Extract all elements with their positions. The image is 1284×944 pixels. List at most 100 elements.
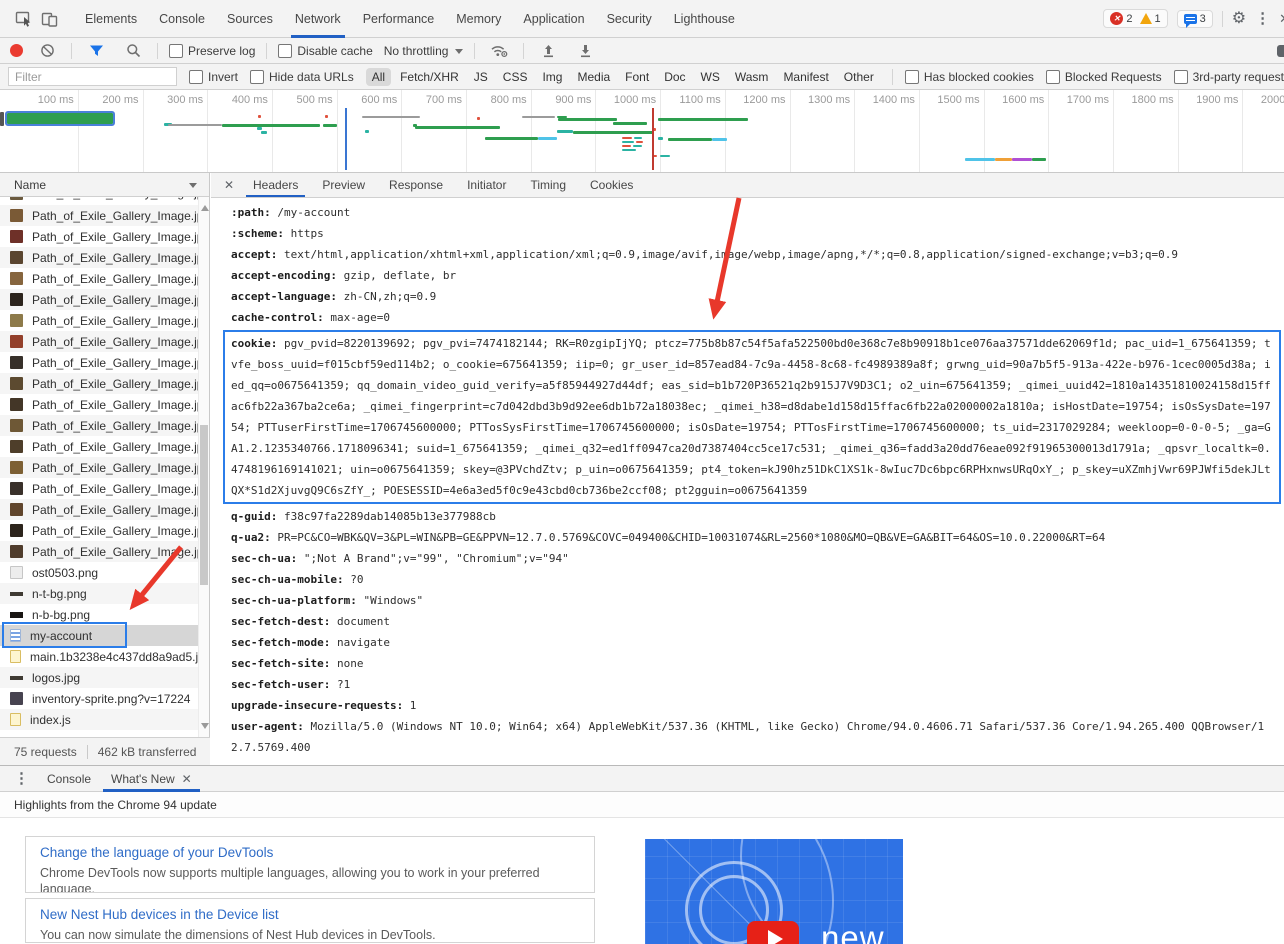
type-filter-js[interactable]: JS	[468, 68, 494, 86]
detail-tab-preview[interactable]: Preview	[310, 173, 377, 197]
tab-network[interactable]: Network	[284, 0, 352, 38]
throttling-select[interactable]: No throttling	[384, 44, 464, 58]
request-row-n-b-bg-png[interactable]: n-b-bg.png	[0, 604, 199, 625]
detail-tab-initiator[interactable]: Initiator	[455, 173, 518, 197]
request-list-scrollbar[interactable]	[198, 197, 209, 737]
type-filter-wasm[interactable]: Wasm	[729, 68, 775, 86]
request-row-path-of-exile-gallery-image-jpg[interactable]: Path_of_Exile_Gallery_Image.jpg	[0, 197, 199, 205]
disable-cache-checkbox[interactable]	[278, 43, 293, 58]
blocked-requests-checkbox[interactable]	[1045, 69, 1060, 84]
close-devtools-icon[interactable]: ✕	[1279, 11, 1284, 27]
card-title-link[interactable]: Change the language of your DevTools	[40, 845, 580, 860]
request-row-path-of-exile-gallery-image-jpg[interactable]: Path_of_Exile_Gallery_Image.jpg	[0, 541, 199, 562]
request-row-path-of-exile-gallery-image-jpg[interactable]: Path_of_Exile_Gallery_Image.jpg	[0, 394, 199, 415]
request-row-path-of-exile-gallery-image-jpg[interactable]: Path_of_Exile_Gallery_Image.jpg	[0, 352, 199, 373]
header-sec-fetch-mode: sec-fetch-mode: navigate	[231, 632, 1274, 653]
console-message-badges[interactable]: ✕ 2 1	[1103, 9, 1168, 28]
whats-new-video-thumbnail[interactable]: new	[645, 839, 903, 944]
request-row-path-of-exile-gallery-image-jpg[interactable]: Path_of_Exile_Gallery_Image.jpg	[0, 289, 199, 310]
youtube-play-icon[interactable]	[747, 921, 799, 944]
request-row-path-of-exile-gallery-image-jpg[interactable]: Path_of_Exile_Gallery_Image.jpg	[0, 268, 199, 289]
request-row-path-of-exile-gallery-image-jpg[interactable]: Path_of_Exile_Gallery_Image.jpg	[0, 373, 199, 394]
type-filter-img[interactable]: Img	[536, 68, 568, 86]
card-title-link[interactable]: New Nest Hub devices in the Device list	[40, 907, 580, 922]
network-overview-timeline[interactable]: 100 ms 200 ms 300 ms 400 ms 500 ms 600 ms 700 …	[0, 90, 1284, 173]
image-thumbnail-icon	[10, 197, 23, 200]
warning-count-badge[interactable]: 1	[1139, 13, 1161, 25]
request-row-ost0503-png[interactable]: ost0503.png	[0, 562, 199, 583]
search-icon[interactable]	[120, 40, 146, 62]
request-row-path-of-exile-gallery-image-jpg[interactable]: Path_of_Exile_Gallery_Image.jpg	[0, 436, 199, 457]
export-har-icon[interactable]	[572, 40, 598, 62]
type-filter-doc[interactable]: Doc	[658, 68, 691, 86]
issues-badge[interactable]: 3	[1176, 9, 1213, 28]
tab-security[interactable]: Security	[596, 0, 663, 38]
request-row-n-t-bg-png[interactable]: n-t-bg.png	[0, 583, 199, 604]
drawer-menu-icon[interactable]: ⋮	[14, 771, 29, 786]
header-value: 1	[403, 699, 417, 712]
detail-tab-timing[interactable]: Timing	[518, 173, 578, 197]
detail-tab-response[interactable]: Response	[377, 173, 455, 197]
type-filter-css[interactable]: CSS	[497, 68, 534, 86]
third-party-requests-checkbox[interactable]	[1173, 69, 1188, 84]
type-filter-manifest[interactable]: Manifest	[777, 68, 834, 86]
preserve-log-checkbox[interactable]	[169, 43, 183, 58]
request-row-index-js[interactable]: index.js	[0, 709, 199, 730]
request-row-my-account[interactable]: my-account	[0, 625, 199, 646]
inspect-element-icon[interactable]	[10, 8, 36, 30]
detail-tab-headers[interactable]: Headers	[241, 173, 310, 197]
tab-performance[interactable]: Performance	[352, 0, 446, 38]
request-row-path-of-exile-gallery-image-jpg[interactable]: Path_of_Exile_Gallery_Image.jpg	[0, 457, 199, 478]
header-name: q-ua2:	[231, 531, 271, 544]
request-row-inventory-sprite-png-v-17224[interactable]: inventory-sprite.png?v=17224	[0, 688, 199, 709]
tab-elements[interactable]: Elements	[74, 0, 148, 38]
request-row-path-of-exile-gallery-image-jpg[interactable]: Path_of_Exile_Gallery_Image.jpg	[0, 520, 199, 541]
has-blocked-cookies-checkbox[interactable]	[904, 69, 919, 84]
filter-funnel-icon[interactable]	[83, 40, 109, 62]
scroll-up-icon[interactable]	[201, 201, 209, 211]
hide-data-urls-checkbox[interactable]	[250, 69, 265, 84]
request-row-path-of-exile-gallery-image-jpg[interactable]: Path_of_Exile_Gallery_Image.jpg	[0, 205, 199, 226]
invert-checkbox[interactable]	[189, 69, 203, 84]
type-filter-font[interactable]: Font	[619, 68, 655, 86]
request-row-logos-jpg[interactable]: logos.jpg	[0, 667, 199, 688]
request-row-path-of-exile-gallery-image-jpg[interactable]: Path_of_Exile_Gallery_Image.jpg	[0, 247, 199, 268]
drawer-tab-console[interactable]: Console	[37, 766, 101, 792]
type-filter-fetch-xhr[interactable]: Fetch/XHR	[394, 68, 465, 86]
header-value: none	[330, 657, 364, 670]
tab-application[interactable]: Application	[512, 0, 595, 38]
request-row-path-of-exile-gallery-image-jpg[interactable]: Path_of_Exile_Gallery_Image.jpg	[0, 226, 199, 247]
request-row-path-of-exile-gallery-image-jpg[interactable]: Path_of_Exile_Gallery_Image.jpg	[0, 310, 199, 331]
name-column-header[interactable]: Name	[0, 173, 209, 197]
detail-tab-cookies[interactable]: Cookies	[578, 173, 645, 197]
record-network-log-button[interactable]	[10, 44, 23, 57]
import-har-icon[interactable]	[535, 40, 561, 62]
tab-lighthouse[interactable]: Lighthouse	[663, 0, 746, 38]
request-row-path-of-exile-gallery-image-jpg[interactable]: Path_of_Exile_Gallery_Image.jpg	[0, 478, 199, 499]
header-value: ";Not A Brand";v="99", "Chromium";v="94"	[297, 552, 569, 565]
type-filter-media[interactable]: Media	[571, 68, 616, 86]
device-toolbar-icon[interactable]	[36, 8, 62, 30]
network-conditions-icon[interactable]	[486, 40, 512, 62]
filter-input[interactable]	[8, 67, 177, 86]
close-details-icon[interactable]: ✕	[217, 178, 241, 192]
request-row-path-of-exile-gallery-image-jpg[interactable]: Path_of_Exile_Gallery_Image.jpg	[0, 331, 199, 352]
clear-network-log-icon[interactable]	[34, 40, 60, 62]
scrollbar-thumb[interactable]	[200, 425, 208, 585]
settings-gear-icon[interactable]: ⚙	[1232, 10, 1246, 27]
tab-sources[interactable]: Sources	[216, 0, 284, 38]
type-filter-ws[interactable]: WS	[695, 68, 726, 86]
error-count-badge[interactable]: ✕ 2	[1110, 12, 1133, 25]
type-filter-all[interactable]: All	[365, 67, 392, 86]
type-filter-other[interactable]: Other	[838, 68, 880, 86]
more-options-icon[interactable]: ⋮	[1255, 11, 1270, 26]
request-row-path-of-exile-gallery-image-jpg[interactable]: Path_of_Exile_Gallery_Image.jpg	[0, 499, 199, 520]
close-tab-icon[interactable]: ✕	[182, 772, 192, 786]
whats-new-card: Change the language of your DevTools Chro…	[25, 836, 595, 893]
tab-memory[interactable]: Memory	[445, 0, 512, 38]
drawer-tab-what-s-new[interactable]: What's New ✕	[101, 766, 202, 792]
tab-console[interactable]: Console	[148, 0, 216, 38]
request-row-main-1b3238e4c437dd8a9ad5-js[interactable]: main.1b3238e4c437dd8a9ad5.js	[0, 646, 199, 667]
request-row-path-of-exile-gallery-image-jpg[interactable]: Path_of_Exile_Gallery_Image.jpg	[0, 415, 199, 436]
scroll-down-icon[interactable]	[201, 723, 209, 733]
